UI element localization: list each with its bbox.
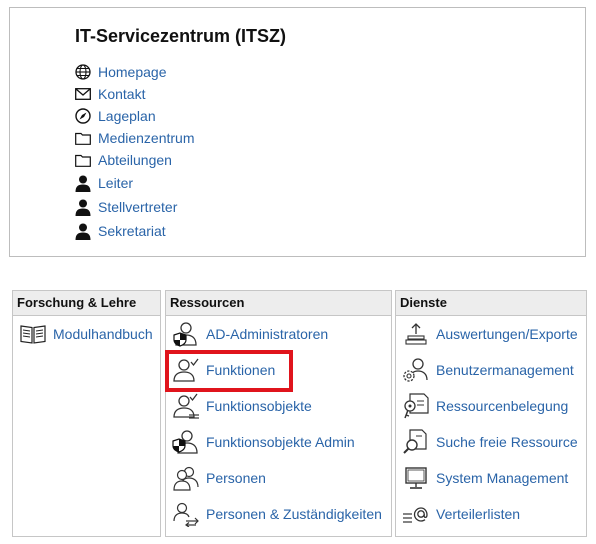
entry-label: Modulhandbuch (53, 326, 153, 342)
entry-label: Suche freie Ressource (436, 434, 578, 450)
link-lageplan[interactable]: Lageplan (74, 106, 156, 126)
search-document-icon (402, 428, 430, 456)
entry-label: Auswertungen/Exporte (436, 326, 578, 342)
entry-label: Verteilerlisten (436, 506, 521, 522)
entry-ressourcenbelegung[interactable]: Ressourcenbelegung (402, 391, 568, 421)
user-transfer-icon (172, 500, 200, 528)
folder-icon (74, 129, 92, 147)
entry-label: System Management (436, 470, 569, 486)
compass-icon (74, 107, 92, 125)
link-abteilungen[interactable]: Abteilungen (74, 150, 172, 170)
link-stellvertreter[interactable]: Stellvertreter (74, 197, 177, 217)
monitor-icon (402, 464, 430, 492)
export-icon (402, 320, 430, 348)
entry-ad-administratoren[interactable]: AD-Administratoren (172, 319, 328, 349)
panel-title: Forschung & Lehre (13, 291, 160, 316)
link-label: Kontakt (98, 86, 146, 102)
link-sekretariat[interactable]: Sekretariat (74, 221, 166, 241)
user-gear-icon (402, 356, 430, 384)
link-label: Abteilungen (98, 152, 172, 168)
entry-modulhandbuch[interactable]: Modulhandbuch (19, 319, 153, 349)
entry-label: Personen (206, 470, 266, 486)
entry-label: Personen & Zuständigkeiten (206, 506, 382, 522)
panel-title: Ressourcen (166, 291, 391, 316)
unit-info-box: IT-Servicezentrum (ITSZ) Homepage Kontak… (9, 7, 586, 257)
link-label: Leiter (98, 175, 134, 191)
unit-title: IT-Servicezentrum (ITSZ) (75, 26, 287, 46)
person-icon (74, 222, 92, 240)
link-label: Medienzentrum (98, 130, 195, 146)
link-kontakt[interactable]: Kontakt (74, 84, 145, 104)
link-leiter[interactable]: Leiter (74, 173, 133, 193)
panel-title: Dienste (396, 291, 586, 316)
link-medienzentrum[interactable]: Medienzentrum (74, 128, 195, 148)
mailing-list-icon (402, 500, 430, 528)
entry-personen-zustaendigkeiten[interactable]: Personen & Zuständigkeiten (172, 499, 382, 529)
entry-label: AD-Administratoren (206, 326, 329, 342)
link-label: Sekretariat (98, 223, 166, 239)
entry-label: Funktionsobjekte Admin (206, 434, 355, 450)
user-check-group-icon (172, 392, 200, 420)
link-homepage[interactable]: Homepage (74, 62, 167, 82)
entry-label: Ressourcenbelegung (436, 398, 569, 414)
entry-personen[interactable]: Personen (172, 463, 266, 493)
entry-system-management[interactable]: System Management (402, 463, 568, 493)
entry-funktionsobjekte[interactable]: Funktionsobjekte (172, 391, 312, 421)
user-shield-icon (172, 320, 200, 348)
users-icon (172, 464, 200, 492)
entry-benutzermanagement[interactable]: Benutzermanagement (402, 355, 574, 385)
user-shield-group-icon (172, 428, 200, 456)
entry-verteilerlisten[interactable]: Verteilerlisten (402, 499, 520, 529)
person-icon (74, 198, 92, 216)
funktionen-highlight-box (165, 350, 293, 392)
entry-funktionsobjekte-admin[interactable]: Funktionsobjekte Admin (172, 427, 355, 457)
link-label: Lageplan (98, 108, 156, 124)
entry-label: Funktionsobjekte (206, 398, 312, 414)
entry-auswertungen-exporte[interactable]: Auswertungen/Exporte (402, 319, 578, 349)
folder-icon (74, 151, 92, 169)
entry-label: Benutzermanagement (436, 362, 574, 378)
envelope-icon (74, 85, 92, 103)
link-label: Homepage (98, 64, 167, 80)
book-icon (19, 320, 47, 348)
entry-suche-freie-ressource[interactable]: Suche freie Ressource (402, 427, 578, 457)
link-label: Stellvertreter (98, 199, 178, 215)
key-document-icon (402, 392, 430, 420)
globe-icon (74, 63, 92, 81)
person-icon (74, 174, 92, 192)
